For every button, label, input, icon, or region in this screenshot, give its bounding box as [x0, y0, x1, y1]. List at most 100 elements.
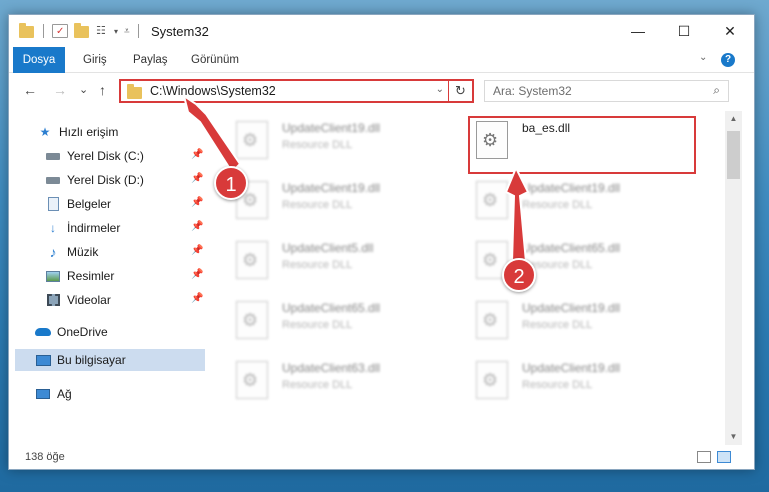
scroll-thumb[interactable]: [727, 131, 740, 179]
sidebar-item-label: Yerel Disk (C:): [67, 149, 144, 163]
search-input[interactable]: [493, 84, 693, 98]
cloud-icon: [35, 325, 51, 339]
file-item[interactable]: UpdateClient65.dll Resource DLL: [236, 297, 466, 343]
pin-icon[interactable]: 📌: [191, 269, 203, 280]
file-name: UpdateClient65.dll: [282, 301, 381, 315]
sidebar-item-label: Resimler: [67, 269, 115, 283]
sidebar-item-label: Videolar: [67, 293, 111, 307]
file-type: Resource DLL: [522, 319, 593, 331]
folder-icon: [19, 23, 35, 38]
file-name: UpdateClient19.dll: [522, 361, 621, 375]
file-name: UpdateClient65.dll: [522, 241, 621, 255]
sidebar-item-network[interactable]: Ağ: [35, 383, 72, 405]
tab-view[interactable]: Görünüm: [191, 47, 239, 73]
scroll-down-icon[interactable]: ▼: [725, 429, 742, 445]
star-icon: ★: [39, 125, 51, 139]
details-view-icon[interactable]: [697, 451, 711, 463]
file-item[interactable]: UpdateClient19.dll Resource DLL: [476, 297, 706, 343]
download-icon: ↓: [50, 221, 56, 235]
sidebar-item-quick-access[interactable]: ★ Hızlı erişim: [37, 121, 119, 143]
scroll-up-icon[interactable]: ▲: [725, 111, 742, 127]
up-button[interactable]: ↑: [99, 82, 106, 98]
status-bar: 138 öğe: [9, 447, 754, 469]
music-icon: ♪: [49, 244, 57, 260]
file-item[interactable]: UpdateClient19.dll Resource DLL: [236, 117, 466, 163]
file-item[interactable]: UpdateClient19.dll Resource DLL: [476, 177, 706, 223]
navigation-pane: ★ Hızlı erişim Yerel Disk (C:) 📌 Yerel D…: [9, 111, 207, 443]
navigation-bar: ← → ⌄ ↑ C:\Windows\System32 ⌄ ↻ ⌕: [9, 73, 754, 109]
properties-icon[interactable]: ✓: [52, 24, 68, 38]
file-item[interactable]: UpdateClient63.dll Resource DLL: [236, 357, 466, 403]
file-item[interactable]: UpdateClient19.dll Resource DLL: [476, 357, 706, 403]
sidebar-item-onedrive[interactable]: OneDrive: [35, 321, 108, 343]
file-type: Resource DLL: [522, 259, 593, 271]
pin-icon[interactable]: 📌: [191, 245, 203, 256]
sidebar-item-local-disk-c[interactable]: Yerel Disk (C:) 📌: [45, 145, 207, 167]
sidebar-item-videos[interactable]: Videolar 📌: [45, 289, 207, 311]
file-item[interactable]: UpdateClient5.dll Resource DLL: [236, 237, 466, 283]
sidebar-item-music[interactable]: ♪ Müzik 📌: [45, 241, 207, 263]
item-count: 138 öğe: [25, 451, 65, 463]
back-button[interactable]: ←: [23, 82, 37, 98]
sidebar-item-documents[interactable]: Belgeler 📌: [45, 193, 207, 215]
sidebar-item-this-pc[interactable]: Bu bilgisayar: [15, 349, 205, 371]
pin-icon[interactable]: 📌: [191, 293, 203, 304]
dll-file-icon: [476, 181, 508, 219]
step-2-badge: 2: [502, 258, 536, 292]
sidebar-item-label: Bu bilgisayar: [57, 353, 126, 367]
close-button[interactable]: ✕: [707, 15, 753, 47]
file-name: UpdateClient63.dll: [282, 361, 381, 375]
sidebar-item-label: Yerel Disk (D:): [67, 173, 144, 187]
drive-icon: [45, 173, 61, 187]
sidebar-item-label: Ağ: [57, 387, 72, 401]
pin-icon[interactable]: 📌: [191, 197, 203, 208]
expand-ribbon-icon[interactable]: ⌄: [699, 52, 707, 63]
dll-file-icon: [236, 241, 268, 279]
network-icon: [35, 387, 51, 401]
pin-icon[interactable]: 📌: [191, 173, 203, 184]
file-name: UpdateClient19.dll: [282, 181, 381, 195]
dll-file-icon: [236, 121, 268, 159]
file-item[interactable]: UpdateClient19.dll Resource DLL: [236, 177, 466, 223]
help-icon[interactable]: ?: [721, 53, 735, 67]
refresh-button[interactable]: ↻: [448, 81, 472, 101]
vertical-scrollbar[interactable]: ▲ ▼: [725, 111, 742, 445]
tab-home[interactable]: Giriş: [83, 47, 107, 73]
chevron-down-icon[interactable]: ▾: [114, 27, 118, 36]
pin-icon[interactable]: 📌: [191, 149, 203, 160]
sidebar-item-label: OneDrive: [57, 325, 108, 339]
video-icon: [45, 293, 61, 307]
search-icon[interactable]: ⌕: [713, 83, 720, 98]
tab-share[interactable]: Paylaş: [133, 47, 168, 73]
pin-icon[interactable]: 📌: [191, 221, 203, 232]
tab-file[interactable]: Dosya: [13, 47, 65, 73]
maximize-button[interactable]: ☐: [661, 15, 707, 47]
address-bar[interactable]: C:\Windows\System32 ⌄ ↻: [119, 79, 474, 103]
folder-icon: [127, 83, 142, 99]
sidebar-item-pictures[interactable]: Resimler 📌: [45, 265, 207, 287]
sidebar-item-label: Müzik: [67, 245, 99, 259]
file-type: Resource DLL: [282, 199, 353, 211]
ribbon-tabs: Dosya Giriş Paylaş Görünüm ⌄ ?: [9, 47, 754, 73]
large-icons-view-icon[interactable]: [717, 451, 731, 463]
drive-icon: [45, 149, 61, 163]
pictures-icon: [45, 269, 61, 283]
sidebar-item-downloads[interactable]: ↓ İndirmeler 📌: [45, 217, 207, 239]
document-icon: [45, 197, 61, 211]
new-folder-icon[interactable]: [74, 23, 90, 38]
forward-button[interactable]: →: [53, 82, 67, 98]
file-type: Resource DLL: [282, 139, 353, 151]
chevron-down-icon[interactable]: ⌄: [436, 84, 444, 95]
step-1-badge: 1: [214, 166, 248, 200]
recent-locations-button[interactable]: ⌄: [79, 83, 88, 96]
search-box[interactable]: ⌕: [484, 80, 729, 102]
customize-toolbar-icon[interactable]: ⩡: [124, 26, 130, 37]
file-name: UpdateClient19.dll: [522, 181, 621, 195]
file-name: UpdateClient5.dll: [282, 241, 374, 255]
explorer-window: ✓ ☷ ▾ ⩡ System32 — ☐ ✕ Dosya Giriş Payla…: [8, 14, 755, 470]
address-path[interactable]: C:\Windows\System32: [150, 84, 276, 98]
sidebar-item-local-disk-d[interactable]: Yerel Disk (D:) 📌: [45, 169, 207, 191]
toolbar-divider: [137, 24, 139, 38]
minimize-button[interactable]: —: [615, 15, 661, 47]
view-options-icon[interactable]: ☷: [96, 24, 112, 38]
